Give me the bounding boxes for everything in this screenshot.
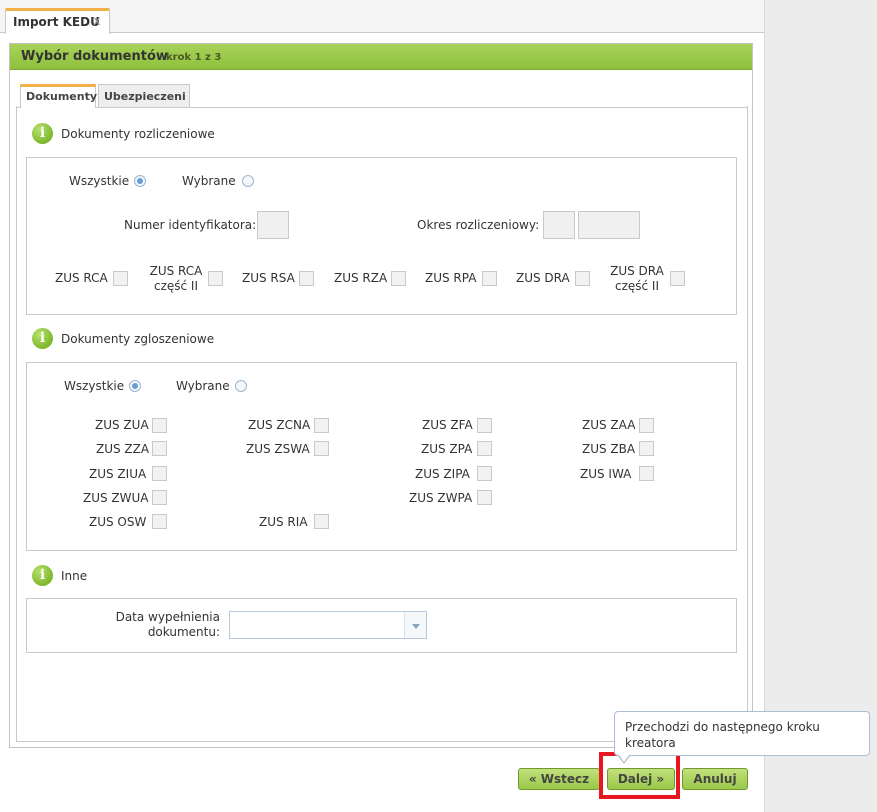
subtabs: Dokumenty Ubezpieczeni <box>16 84 748 108</box>
close-icon[interactable]: x <box>93 14 101 29</box>
doc-label: ZUS DRA część II <box>610 264 664 293</box>
doc-label: ZUS RSA <box>242 271 295 285</box>
tab-ubezpieczeni[interactable]: Ubezpieczeni <box>98 84 190 107</box>
radio-selected-label: Wybrane <box>182 174 236 188</box>
radio-selected-rozliczeniowe[interactable] <box>242 175 254 187</box>
section-rozliczeniowe-title: i Dokumenty rozliczeniowe <box>32 123 215 144</box>
checkbox-zus-zua[interactable] <box>152 418 167 433</box>
highlight-frame <box>599 752 680 799</box>
checkbox-zus-dra-ii[interactable] <box>670 271 685 286</box>
checkbox-zus-zswa[interactable] <box>314 441 329 456</box>
doc-label: ZUS ZSWA <box>246 442 310 456</box>
numer-identyfikatora-label: Numer identyfikatora: <box>124 218 257 232</box>
numer-identyfikatora-input[interactable] <box>257 211 289 239</box>
doc-label: ZUS OSW <box>89 515 147 529</box>
info-icon: i <box>32 328 53 349</box>
checkbox-zus-zba[interactable] <box>639 441 654 456</box>
doc-label: ZUS ZWPA <box>409 491 473 505</box>
back-button[interactable]: « Wstecz <box>518 768 600 790</box>
doc-label: ZUS IWA <box>580 467 632 481</box>
checkbox-zus-rca[interactable] <box>113 271 128 286</box>
checkbox-zus-zcna[interactable] <box>314 418 329 433</box>
okres-month-input[interactable] <box>543 211 575 239</box>
section-zgloszeniowe-title: i Dokumenty zgloszeniowe <box>32 328 214 349</box>
checkbox-zus-osw[interactable] <box>152 514 167 529</box>
tooltip: Przechodzi do następnego kroku kreatora <box>614 711 870 764</box>
checkbox-zus-zwpa[interactable] <box>477 490 492 505</box>
chevron-down-icon[interactable] <box>404 612 426 638</box>
checkbox-zus-zipa[interactable] <box>477 466 492 481</box>
info-icon: i <box>32 565 53 586</box>
doc-label: ZUS ZBA <box>582 442 636 456</box>
doc-label: ZUS ZFA <box>422 418 473 432</box>
okres-rozliczeniowy-label: Okres rozliczeniowy: <box>417 218 540 232</box>
checkbox-zus-ziua[interactable] <box>152 466 167 481</box>
info-icon: i <box>32 123 53 144</box>
doc-label: ZUS RCA <box>55 271 108 285</box>
doc-label: ZUS ZUA <box>95 418 149 432</box>
tab-import-kedu[interactable]: Import KEDU x <box>5 8 110 34</box>
section-title-text: Inne <box>61 568 88 583</box>
checkbox-zus-zfa[interactable] <box>477 418 492 433</box>
section-title-text: Dokumenty rozliczeniowe <box>61 126 215 141</box>
checkbox-zus-rpa[interactable] <box>482 271 497 286</box>
doc-label: ZUS ZIPA <box>415 467 470 481</box>
window-header: Wybór dokumentów krok 1 z 3 <box>10 44 752 70</box>
cancel-button[interactable]: Anuluj <box>682 768 748 790</box>
app-tab-bar: Import KEDU x <box>0 0 764 34</box>
right-panel <box>764 0 877 812</box>
doc-label: ZUS ZZA <box>96 442 150 456</box>
doc-label: ZUS RPA <box>425 271 477 285</box>
checkbox-zus-ria[interactable] <box>314 514 329 529</box>
doc-label: ZUS RZA <box>334 271 388 285</box>
checkbox-zus-iwa[interactable] <box>639 466 654 481</box>
date-label: Data wypełnienia dokumentu: <box>115 610 220 639</box>
checkbox-zus-rza[interactable] <box>391 271 406 286</box>
window-title: Wybór dokumentów <box>21 49 168 64</box>
tab-label: Import KEDU <box>13 15 100 29</box>
checkbox-zus-zwua[interactable] <box>152 490 167 505</box>
checkbox-zus-zaa[interactable] <box>639 418 654 433</box>
checkbox-zus-rsa[interactable] <box>299 271 314 286</box>
checkbox-zus-zpa[interactable] <box>477 441 492 456</box>
doc-label: ZUS RIA <box>259 515 308 529</box>
radio-all-zgloszeniowe[interactable] <box>129 380 141 392</box>
step-indicator: krok 1 z 3 <box>166 52 222 63</box>
date-combo[interactable] <box>229 611 427 639</box>
doc-label: ZUS ZAA <box>582 418 636 432</box>
doc-label: ZUS ZIUA <box>89 467 147 481</box>
radio-selected-label: Wybrane <box>176 379 230 393</box>
checkbox-zus-rca-ii[interactable] <box>208 271 223 286</box>
doc-label: ZUS RCA część II <box>149 264 203 293</box>
doc-label: ZUS ZCNA <box>248 418 311 432</box>
radio-selected-zgloszeniowe[interactable] <box>235 380 247 392</box>
tab-dokumenty[interactable]: Dokumenty <box>20 84 97 108</box>
checkbox-zus-zza[interactable] <box>152 441 167 456</box>
radio-all-label: Wszystkie <box>64 379 125 393</box>
doc-label: ZUS DRA <box>516 271 570 285</box>
section-inne-title: i Inne <box>32 565 87 586</box>
radio-all-label: Wszystkie <box>69 174 130 188</box>
okres-year-input[interactable] <box>578 211 640 239</box>
doc-label: ZUS ZWUA <box>83 491 149 505</box>
radio-all-rozliczeniowe[interactable] <box>134 175 146 187</box>
section-title-text: Dokumenty zgloszeniowe <box>61 331 215 346</box>
doc-label: ZUS ZPA <box>421 442 473 456</box>
checkbox-zus-dra[interactable] <box>575 271 590 286</box>
